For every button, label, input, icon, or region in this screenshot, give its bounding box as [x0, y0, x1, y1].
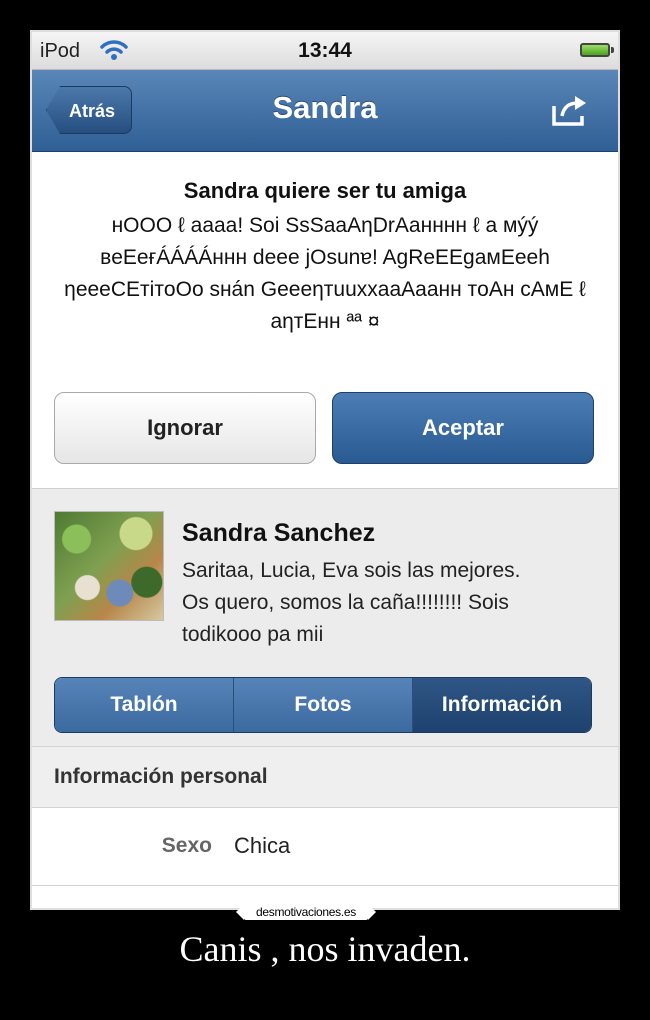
navigation-bar: Atrás Sandra	[32, 70, 618, 152]
info-row-sexo: Sexo Chica	[32, 808, 618, 886]
profile-section: Sandra Sanchez Saritaa, Lucia, Eva sois …	[32, 488, 618, 746]
profile-tabs: Tablón Fotos Información	[54, 677, 592, 733]
status-bar: iPod 13:44	[32, 32, 618, 70]
battery-icon	[580, 43, 614, 57]
caption: Canis , nos invaden.	[179, 929, 471, 969]
watermark: desmotivaciones.es	[236, 904, 376, 920]
status-time: 13:44	[298, 39, 352, 62]
info-section-title: Información personal	[54, 765, 268, 788]
tab-fotos[interactable]: Fotos	[234, 678, 413, 732]
page-title: Sandra	[272, 90, 378, 125]
avatar[interactable]	[54, 511, 164, 621]
profile-name: Sandra Sanchez	[182, 519, 376, 547]
friend-request: Sandra quiere ser tu amiga нOOO ℓ aaaa! …	[32, 152, 618, 488]
info-section-header: Información personal	[32, 746, 618, 808]
request-title: Sandra quiere ser tu amiga	[183, 178, 467, 203]
tab-informacion[interactable]: Información	[413, 678, 591, 732]
info-value: Chica	[234, 833, 291, 858]
ignore-button[interactable]: Ignorar	[54, 392, 316, 464]
share-icon[interactable]	[550, 94, 590, 133]
profile-status: Saritaa, Lucia, Eva sois las mejores. Os…	[182, 559, 521, 646]
accept-button[interactable]: Aceptar	[332, 392, 594, 464]
phone-screen: iPod 13:44 Atrás Sandra Sandra quiere se…	[30, 30, 620, 910]
info-label: Sexo	[161, 834, 212, 857]
request-message: нOOO ℓ aaaa! Soi SsSaaAηDrAaнннн ℓ a мýý…	[64, 214, 586, 333]
tab-tablon[interactable]: Tablón	[55, 678, 234, 732]
